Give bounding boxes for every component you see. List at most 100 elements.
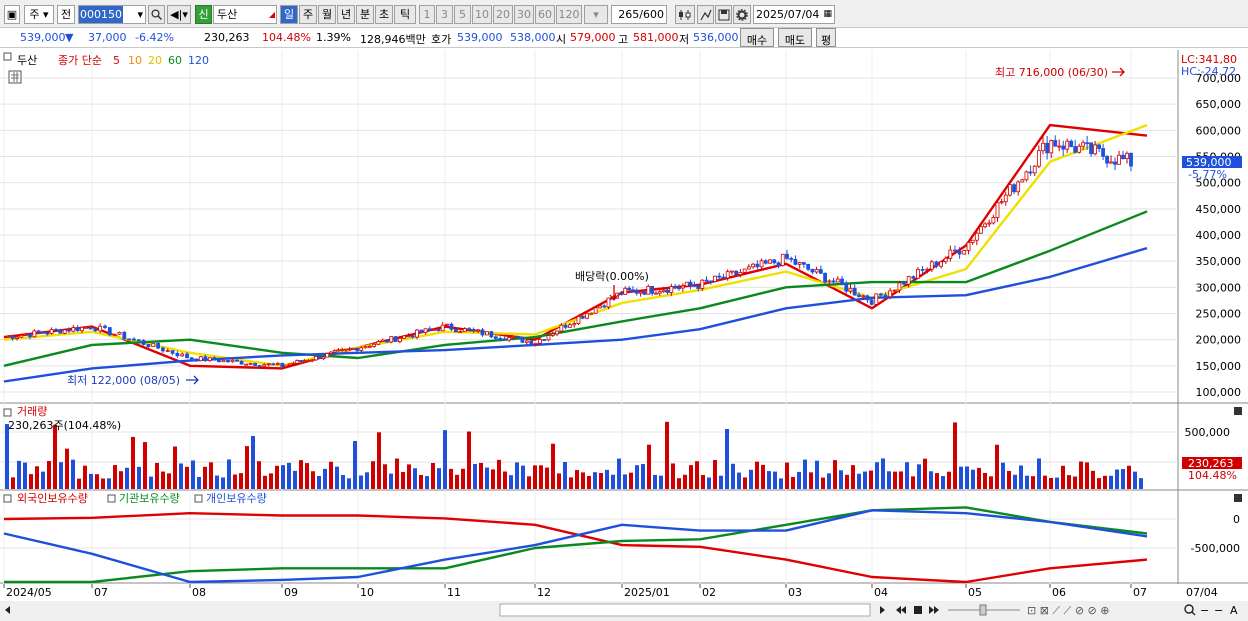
extra-button[interactable]: 평 [816, 28, 836, 47]
close-panel-icon[interactable] [1234, 494, 1242, 502]
candle-body [576, 316, 581, 325]
zoom-slider-thumb[interactable] [979, 604, 987, 616]
window-icon[interactable]: ▣ [4, 5, 20, 24]
period-tab-month[interactable]: 월 [318, 5, 336, 24]
candle-body [559, 324, 564, 332]
candle-body [999, 201, 1004, 204]
ma-legend-60: 60 [168, 54, 182, 67]
period-tab-tick[interactable]: 틱 [394, 5, 416, 24]
panel-toggle-icon[interactable] [194, 494, 203, 503]
volume-bar [497, 459, 501, 489]
period-tab-second[interactable]: 초 [375, 5, 393, 24]
interval-button-5[interactable]: 5 [454, 5, 471, 24]
date-input[interactable]: 2025/07/04 ▦ [753, 5, 835, 24]
interval-dropdown[interactable]: ▾ [584, 5, 608, 24]
panel-toggle-icon[interactable] [3, 408, 12, 417]
tool-icons[interactable]: ⊡ ⊠ ⟋ ⟋ ⊘ ⊘ ⊕ [1027, 604, 1109, 617]
volume-bar [155, 462, 159, 489]
jeon-label: 전 [60, 8, 72, 21]
interval-button-10[interactable]: 10 [472, 5, 492, 24]
candle-body [458, 331, 463, 334]
volume-bar [317, 475, 321, 489]
close-panel-icon[interactable] [1234, 407, 1242, 415]
jeon-button[interactable]: 전 [57, 5, 75, 24]
y-tick-label: 200,000 [1196, 334, 1242, 347]
panel-toggle-icon[interactable] [3, 494, 12, 503]
market-select[interactable]: 주 ▾ [24, 5, 54, 24]
market-select-value: 주 [29, 8, 40, 21]
interval-button-20[interactable]: 20 [493, 5, 513, 24]
panel-toggle-icon[interactable] [107, 494, 116, 503]
candle-body [427, 328, 432, 331]
font-size-icon[interactable]: A [1230, 604, 1238, 617]
candle-body [112, 333, 117, 336]
candle-type-icon[interactable] [675, 5, 695, 24]
stock-name-field[interactable]: 두산 ◢ [213, 5, 277, 24]
volume-bar [959, 466, 963, 489]
volume-bar [953, 422, 957, 489]
candle-body [376, 341, 381, 345]
count-input[interactable]: 265/600 [611, 5, 667, 24]
calendar-icon[interactable]: ▦ [823, 6, 832, 23]
candle-body [555, 330, 559, 335]
scroll-thumb[interactable] [499, 603, 871, 617]
volume-bar [659, 475, 663, 489]
candle-body [321, 356, 326, 360]
volume-bar [647, 444, 651, 489]
candle-body [763, 260, 768, 264]
candle-body [498, 338, 503, 340]
volume-bar [125, 467, 129, 489]
volume-bar [1055, 477, 1059, 489]
zoom-out-icon[interactable]: − [1200, 604, 1209, 617]
minus-icon[interactable]: − [1214, 604, 1223, 617]
candle-body [107, 327, 112, 336]
stop-icon[interactable] [914, 606, 922, 614]
buy-button[interactable]: 매수 [740, 28, 774, 47]
interval-button-3[interactable]: 3 [436, 5, 453, 24]
search-icon[interactable] [148, 5, 165, 24]
down-arrow-icon: ▼ [65, 31, 74, 44]
period-tab-day[interactable]: 일 [280, 5, 298, 24]
candle-body [332, 350, 337, 353]
volume-bar [917, 464, 921, 489]
sell-button[interactable]: 매도 [778, 28, 812, 47]
corner-marker-icon: ◢ [268, 10, 275, 19]
candle-body [71, 327, 76, 332]
legend-institution: 기관보유수량 [119, 492, 180, 505]
annotation-high: 최고 716,000 (06/30) [995, 66, 1108, 79]
volume-bar [809, 472, 813, 489]
speaker-icon[interactable]: ◀|▾ [167, 5, 191, 24]
candle-body [151, 342, 156, 348]
period-tab-week[interactable]: 주 [299, 5, 317, 24]
volume-bar [215, 475, 219, 489]
chevron-down-icon[interactable]: ▾ [137, 6, 143, 23]
volume-bar [371, 461, 375, 489]
draw-tool-icon[interactable] [697, 5, 714, 24]
candle-body [669, 286, 674, 293]
candle-body [262, 364, 267, 367]
candle-body [1085, 142, 1090, 145]
period-tab-minute[interactable]: 분 [356, 5, 374, 24]
candle-body [194, 358, 199, 362]
candle-body [529, 340, 534, 345]
save-icon[interactable] [715, 5, 732, 24]
interval-button-1[interactable]: 1 [419, 5, 435, 24]
volume-bar [539, 465, 543, 489]
volume-bar [827, 473, 831, 489]
ma-legend-120: 120 [188, 54, 209, 67]
stock-chart[interactable]: 700,000650,000600,000550,000500,000450,0… [0, 48, 1248, 621]
panel-toggle-icon[interactable] [3, 52, 12, 61]
candle-body [538, 339, 542, 344]
volume-bar [839, 470, 843, 489]
table-icon[interactable] [8, 70, 22, 84]
volume-bar [1085, 462, 1089, 489]
volume-bar [551, 443, 555, 489]
quote-trade-amount: 128,946백만 [360, 33, 426, 46]
gear-icon[interactable] [733, 5, 751, 24]
code-input[interactable]: 000150 ▾ [78, 5, 146, 24]
interval-button-120[interactable]: 120 [556, 5, 582, 24]
quote-volume: 230,263 [204, 31, 250, 44]
period-tab-year[interactable]: 년 [337, 5, 355, 24]
interval-button-60[interactable]: 60 [535, 5, 555, 24]
interval-button-30[interactable]: 30 [514, 5, 534, 24]
